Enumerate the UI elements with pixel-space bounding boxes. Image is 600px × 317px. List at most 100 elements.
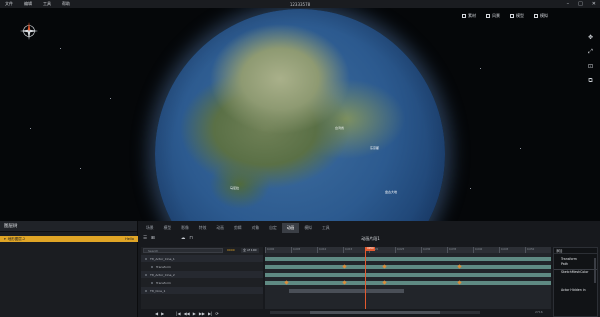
toolbar-simulation-button[interactable]: 模拟 — [534, 13, 548, 19]
track-label: Ttl_Actor_Cine_2 — [150, 272, 175, 277]
track-row[interactable]: Transform — [141, 279, 263, 286]
track-row[interactable]: Ttl_Cine_1 — [141, 287, 263, 294]
toolbar-asset-label: 素材 — [468, 13, 476, 18]
maximize-icon[interactable]: □ — [578, 1, 583, 7]
track-label: Ttl_Cine_1 — [150, 288, 166, 293]
window-controls: – □ ✕ — [567, 0, 596, 8]
toolbar-asset-button[interactable]: 素材 — [462, 13, 476, 19]
tab-object[interactable]: 对象 — [247, 223, 265, 233]
add-track-icon[interactable]: ⊞ — [151, 236, 155, 241]
track-search-input[interactable]: Search — [143, 248, 223, 253]
map-label: 马尼拉 — [230, 186, 240, 190]
ruler-tick: 0,045 — [499, 247, 509, 253]
menu-bar: 文件 编辑 工具 帮助 — [0, 1, 70, 7]
model-icon — [510, 14, 514, 18]
play-icon[interactable]: ▶ — [193, 311, 196, 316]
expand-icon[interactable]: ⤢ — [588, 48, 593, 56]
star — [30, 128, 31, 129]
timeline-lane[interactable] — [265, 263, 551, 270]
clip-bar[interactable] — [289, 288, 404, 293]
menu-edit[interactable]: 编辑 — [24, 1, 32, 7]
layers-icon[interactable]: ⧉ — [588, 77, 593, 85]
globe-viewport[interactable]: 台湾省 东京都 马尼拉 盘古大地 素材 风景 模型 模拟 ✥ ⤢ ⊡ ⧉ — [0, 8, 600, 221]
ruler-tick: 0,015 — [343, 247, 353, 253]
close-icon[interactable]: ✕ — [592, 1, 596, 7]
timeline-lane[interactable] — [265, 279, 551, 286]
menu-item-actor-hidden[interactable]: Actor Hidden in — [554, 288, 597, 293]
toolbar-model-button[interactable]: 模型 — [510, 13, 524, 19]
clip-bar[interactable] — [265, 264, 551, 269]
tab-custom[interactable]: 自定 — [264, 223, 282, 233]
step-back-icon[interactable]: ◀◀ — [184, 311, 190, 316]
clip-bar[interactable] — [265, 280, 551, 285]
clip-bar[interactable] — [265, 272, 551, 277]
start-frame-field[interactable]: 0000 — [225, 248, 237, 253]
track-row[interactable]: Ttl_Actor_Cine_2 — [141, 271, 263, 278]
menu-item-sketch-mesh-color[interactable]: SketchMeshColor — [554, 269, 597, 274]
tab-animation-a[interactable]: 动画 — [211, 223, 229, 233]
playhead[interactable] — [365, 247, 367, 309]
caret-down-icon[interactable]: ▾ — [4, 237, 6, 241]
tab-scene[interactable]: 场景 — [141, 223, 159, 233]
track-row[interactable]: Transform — [141, 263, 263, 270]
cloud-icon[interactable]: ☁ — [181, 236, 186, 241]
map-label: 台湾省 — [335, 126, 345, 130]
menu-item-path[interactable]: Path — [554, 262, 597, 267]
minimize-icon[interactable]: – — [567, 1, 570, 7]
list-icon[interactable]: ☰ — [143, 236, 147, 241]
tab-imagery[interactable]: 影像 — [176, 223, 194, 233]
compass-icon[interactable] — [20, 22, 38, 40]
menu-help[interactable]: 帮助 — [62, 1, 70, 7]
prev-icon[interactable]: ◀ — [155, 311, 158, 316]
tab-simulation[interactable]: 模拟 — [299, 223, 317, 233]
viewport-toolbar: 素材 风景 模型 模拟 — [462, 13, 548, 19]
timeline-lane[interactable] — [265, 287, 551, 294]
timeline-scrollbar[interactable] — [270, 311, 480, 314]
loop-icon[interactable]: ⟳ — [215, 311, 218, 316]
tab-effects[interactable]: 特效 — [194, 223, 212, 233]
tab-animation[interactable]: 动画 — [281, 223, 300, 233]
track-label: Transform — [156, 280, 171, 285]
timeline-toolbar: ☰ ⊞ ☁ ⊓ 动画片段1 — [141, 235, 600, 242]
add-track-menu: 添加 Transform Path SketchMeshColor Actor … — [553, 247, 598, 317]
track-dot-icon — [151, 281, 153, 284]
timeline-tracks[interactable]: 0,0000,0050,0100,0150,0200,0250,0300,035… — [265, 247, 551, 309]
tab-model[interactable]: 模型 — [159, 223, 177, 233]
bracket-icon[interactable]: ⊓ — [189, 236, 193, 241]
timeline-ruler[interactable]: 0,0000,0050,0100,0150,0200,0250,0300,035… — [265, 247, 551, 253]
scene-tree-item-selected[interactable]: ▾ 地形图层-2 Hello — [0, 236, 138, 242]
playhead-label: 0050 — [366, 247, 375, 251]
frame-icon[interactable]: ⊡ — [588, 63, 593, 70]
earth-globe[interactable] — [155, 9, 445, 221]
toolbar-landscape-button[interactable]: 风景 — [486, 13, 500, 19]
menu-scrollbar[interactable] — [594, 258, 596, 283]
scene-tree-panel: 图层树 ▾ 地形图层-2 Hello — [0, 221, 138, 317]
clip-bar[interactable] — [265, 256, 551, 261]
star — [470, 188, 471, 189]
last-frame-icon[interactable]: ▶| — [208, 311, 212, 316]
first-frame-icon[interactable]: |◀ — [176, 311, 180, 316]
menu-file[interactable]: 文件 — [5, 1, 13, 7]
scene-tree-item-label: 地形图层-2 — [7, 236, 26, 241]
move-icon[interactable]: ✥ — [588, 34, 593, 41]
next-icon[interactable]: ▶ — [161, 311, 164, 316]
track-row[interactable]: Ttl_Actor_Cine_1 — [141, 255, 263, 262]
scrollbar-thumb[interactable] — [310, 311, 440, 314]
ruler-tick: 0,025 — [395, 247, 405, 253]
end-readout: 2716 — [535, 310, 543, 314]
step-forward-icon[interactable]: ▶▶ — [199, 311, 205, 316]
ruler-tick: 0,040 — [473, 247, 483, 253]
window-title: 12333578 — [289, 1, 311, 7]
menu-tools[interactable]: 工具 — [43, 1, 51, 7]
tab-tools[interactable]: 工具 — [317, 223, 335, 233]
timeline-lane[interactable] — [265, 271, 551, 278]
track-dot-icon — [145, 289, 147, 292]
timeline-lane[interactable] — [265, 255, 551, 262]
star — [480, 68, 481, 69]
track-dot-icon — [145, 273, 147, 276]
ruler-tick: 0,005 — [291, 247, 301, 253]
frame-count-field[interactable]: 全 of 100 — [241, 248, 259, 253]
star — [520, 148, 521, 149]
scene-tree-title: 图层树 — [0, 221, 137, 232]
tab-clip[interactable]: 剪辑 — [229, 223, 247, 233]
